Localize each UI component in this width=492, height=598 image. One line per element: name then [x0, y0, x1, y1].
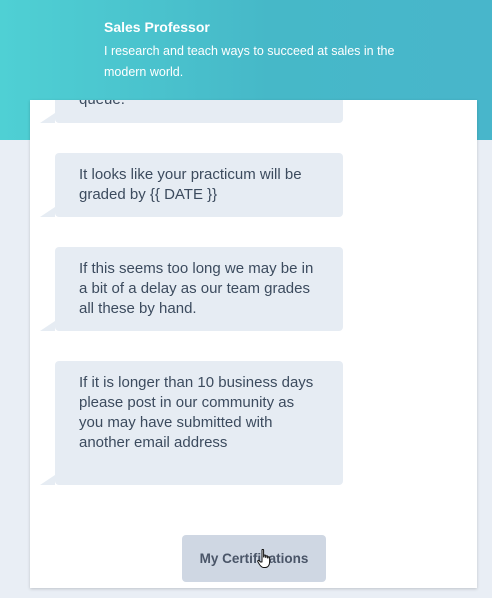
bubble-tail	[40, 207, 55, 217]
bubble-tail	[40, 113, 55, 123]
button-label: My Certifications	[199, 551, 309, 566]
message-bubble: queue.	[40, 100, 343, 123]
message-text: If it is longer than 10 business days pl…	[79, 374, 314, 451]
hand-pointer-icon	[257, 549, 271, 568]
chat-panel: queue. It looks like your practicum will…	[30, 100, 477, 588]
message-bubble: If it is longer than 10 business days pl…	[40, 361, 343, 485]
message-bubble: If this seems too long we may be in a bi…	[40, 247, 343, 331]
bubble-tail	[40, 321, 55, 331]
message-text: It looks like your practicum will be gra…	[79, 166, 302, 203]
bubble-tail	[40, 475, 55, 485]
message-text: queue.	[79, 100, 125, 108]
message-text: If this seems too long we may be in a bi…	[79, 260, 314, 317]
bot-name: Sales Professor	[104, 19, 210, 35]
bot-description: I research and teach ways to succeed at …	[104, 44, 395, 79]
my-certifications-button[interactable]: My Certifications	[182, 535, 326, 582]
message-bubble: It looks like your practicum will be gra…	[40, 153, 343, 217]
